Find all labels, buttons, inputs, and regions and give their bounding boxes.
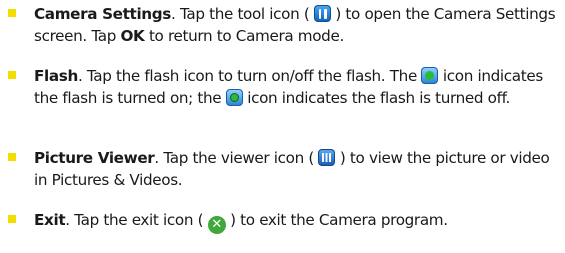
bullet xyxy=(8,71,16,79)
item-text: icon indicates the flash is turned off. xyxy=(242,89,510,107)
item-text: . Tap the exit icon ( xyxy=(65,211,208,229)
bullet xyxy=(8,215,16,223)
item-text: . Tap the flash icon to turn on/off the … xyxy=(77,67,422,85)
item-title: Flash xyxy=(34,67,78,85)
flash-off-icon xyxy=(225,89,243,106)
item-title: Exit xyxy=(34,211,66,229)
item-text: . Tap the tool icon ( xyxy=(171,5,314,23)
list-item-text: Exit. Tap the exit icon ( ✕ ) to exit th… xyxy=(34,209,560,234)
bullet xyxy=(8,9,16,17)
item-title: Picture Viewer xyxy=(34,149,155,167)
tool-icon xyxy=(313,5,331,22)
flash-on-icon xyxy=(421,67,439,84)
item-title: Camera Settings xyxy=(34,5,171,23)
ok-label: OK xyxy=(120,27,145,45)
bullet xyxy=(8,153,16,161)
list-item-text: Flash. Tap the flash icon to turn on/off… xyxy=(34,65,560,109)
item-text: to return to Camera mode. xyxy=(144,27,344,45)
item-text: . Tap the viewer icon ( xyxy=(154,149,319,167)
list-item-text: Picture Viewer. Tap the viewer icon ( ) … xyxy=(34,147,560,191)
exit-icon: ✕ xyxy=(207,216,226,234)
list-item-text: Camera Settings. Tap the tool icon ( ) t… xyxy=(34,3,560,47)
item-text: ) to exit the Camera program. xyxy=(225,211,448,229)
viewer-icon xyxy=(318,149,336,166)
